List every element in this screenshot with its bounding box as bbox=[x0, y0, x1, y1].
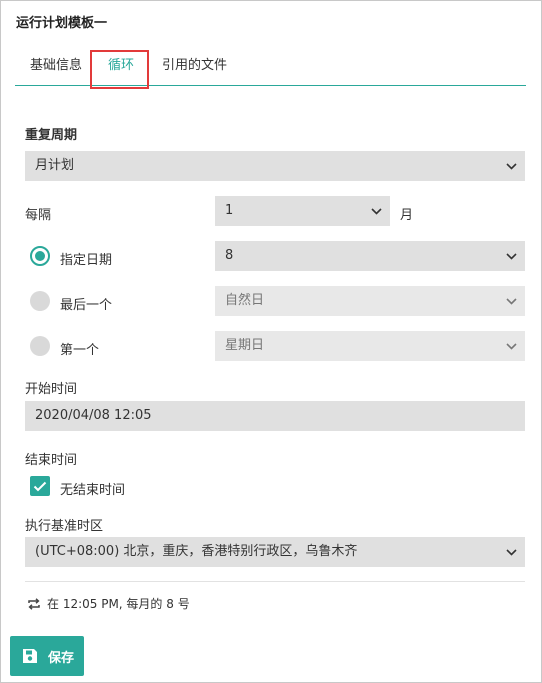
last-one-radio[interactable] bbox=[30, 291, 50, 311]
last-one-label: 最后一个 bbox=[60, 298, 113, 313]
every-unit: 月 bbox=[400, 208, 414, 223]
save-button-label: 保存 bbox=[48, 650, 75, 666]
save-button[interactable]: 保存 bbox=[10, 636, 84, 676]
last-one-value: 自然日 bbox=[225, 293, 265, 308]
specified-date-value: 8 bbox=[225, 248, 234, 263]
last-one-select[interactable]: 自然日 bbox=[215, 286, 525, 316]
end-time-label: 结束时间 bbox=[25, 453, 78, 468]
every-select[interactable]: 1 bbox=[215, 196, 390, 226]
repeat-period-label: 重复周期 bbox=[25, 128, 78, 143]
tab-highlight-box bbox=[90, 50, 149, 89]
first-one-radio[interactable] bbox=[30, 336, 50, 356]
no-end-time-label: 无结束时间 bbox=[60, 483, 126, 498]
first-one-select[interactable]: 星期日 bbox=[215, 331, 525, 361]
chevron-down-icon bbox=[505, 331, 517, 361]
floppy-disk-icon bbox=[22, 648, 38, 664]
divider bbox=[25, 581, 525, 582]
first-one-label: 第一个 bbox=[60, 343, 100, 358]
start-time-label: 开始时间 bbox=[25, 382, 78, 397]
schedule-summary: 在 12:05 PM, 每月的 8 号 bbox=[27, 595, 190, 612]
timezone-value: (UTC+08:00) 北京，重庆，香港特别行政区，乌鲁木齐 bbox=[35, 544, 358, 559]
first-one-value: 星期日 bbox=[225, 338, 265, 353]
tab-referenced-files[interactable]: 引用的文件 bbox=[162, 47, 227, 85]
repeat-period-value: 月计划 bbox=[35, 158, 75, 173]
repeat-period-select[interactable]: 月计划 bbox=[25, 151, 525, 181]
chevron-down-icon bbox=[505, 151, 517, 181]
no-end-time-checkbox[interactable] bbox=[30, 476, 50, 496]
schedule-summary-text: 在 12:05 PM, 每月的 8 号 bbox=[47, 597, 190, 611]
specified-date-select[interactable]: 8 bbox=[215, 241, 525, 271]
start-time-value: 2020/04/08 12:05 bbox=[35, 408, 152, 423]
timezone-label: 执行基准时区 bbox=[25, 519, 104, 534]
specified-date-label: 指定日期 bbox=[60, 253, 113, 268]
chevron-down-icon bbox=[505, 241, 517, 271]
timezone-select[interactable]: (UTC+08:00) 北京，重庆，香港特别行政区，乌鲁木齐 bbox=[25, 537, 525, 567]
window-title: 运行计划模板一 bbox=[16, 16, 108, 31]
chevron-down-icon bbox=[505, 537, 517, 567]
checkmark-icon bbox=[33, 481, 47, 491]
tab-basic-info[interactable]: 基础信息 bbox=[30, 47, 82, 85]
repeat-icon bbox=[27, 597, 41, 611]
start-time-input[interactable]: 2020/04/08 12:05 bbox=[25, 401, 525, 431]
specified-date-radio[interactable] bbox=[30, 246, 50, 266]
every-value: 1 bbox=[225, 203, 234, 218]
every-label: 每隔 bbox=[25, 208, 52, 223]
chevron-down-icon bbox=[370, 196, 382, 226]
chevron-down-icon bbox=[505, 286, 517, 316]
